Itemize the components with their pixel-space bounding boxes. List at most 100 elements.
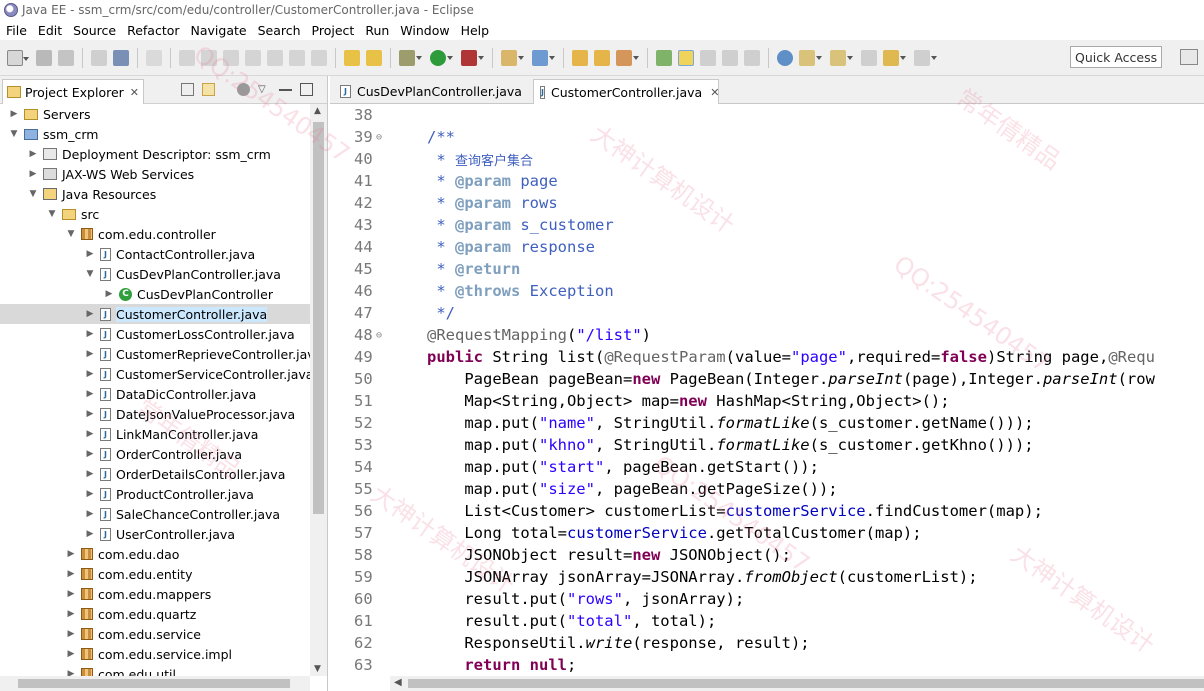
block-selection-icon[interactable] [700,49,716,66]
code-line[interactable]: 58 JSONObject result=new JSONObject(); [330,544,1204,566]
tree-item[interactable]: ▶ C CusDevPlanController [0,284,310,304]
new-icon[interactable] [7,49,29,66]
tree-item[interactable]: ▶ J CustomerServiceController.java [0,364,310,384]
code-line[interactable]: 60 result.put("rows", jsonArray); [330,588,1204,610]
explorer-horizontal-scrollbar[interactable] [0,676,310,691]
tree-item[interactable]: ▶ J OrderDetailsController.java [0,464,310,484]
suspend-icon[interactable] [201,49,217,66]
step-into-icon[interactable] [267,49,283,66]
code-line[interactable]: 45 * @return [330,258,1204,280]
tree-item[interactable]: ▶ J DataDicController.java [0,384,310,404]
code-line[interactable]: 50 PageBean pageBean=new PageBean(Intege… [330,368,1204,390]
toggle-highlight-icon[interactable] [678,49,694,66]
menu-source[interactable]: Source [69,23,120,38]
menu-window[interactable]: Window [396,23,453,38]
code-line[interactable]: 51 Map<String,Object> map=new HashMap<St… [330,390,1204,412]
tree-item[interactable]: ▶ J UserController.java [0,524,310,544]
expand-arrow-right-icon[interactable]: ▶ [27,148,39,160]
print-icon[interactable] [91,49,107,66]
expand-arrow-right-icon[interactable]: ▶ [84,408,96,420]
editor-horizontal-scrollbar[interactable]: ◀ [390,676,1204,691]
menu-navigate[interactable]: Navigate [187,23,251,38]
code-area[interactable]: 38 39 ⊖/** 40 * 查询客户集合 41 * @param page 42 * … [330,104,1204,676]
code-line[interactable]: 42 * @param rows [330,192,1204,214]
menu-edit[interactable]: Edit [34,23,66,38]
expand-arrow-right-icon[interactable]: ▶ [65,668,77,676]
code-line[interactable]: 52 map.put("name", StringUtil.formatLike… [330,412,1204,434]
back-icon[interactable] [883,49,906,66]
explorer-vertical-scrollbar[interactable]: ▲ ▼ [310,104,327,676]
code-line[interactable]: 53 map.put("khno", StringUtil.formatLike… [330,434,1204,456]
tree-item[interactable]: ▶ J ContactController.java [0,244,310,264]
tree-item[interactable]: ▼ com.edu.controller [0,224,310,244]
scrollbar-thumb[interactable] [313,122,324,514]
build-icon[interactable] [344,49,360,66]
link-with-editor-icon[interactable] [202,83,215,96]
expand-arrow-right-icon[interactable]: ▶ [65,548,77,560]
tree-item[interactable]: ▼ J CusDevPlanController.java [0,264,310,284]
tree-item[interactable]: ▶ J CustomerReprieveController.java [0,344,310,364]
tree-item[interactable]: ▶ com.edu.mappers [0,584,310,604]
web-browser-icon[interactable] [777,49,793,66]
open-type-icon[interactable] [572,49,588,66]
code-line[interactable]: 62 ResponseUtil.write(response, result); [330,632,1204,654]
tree-item[interactable]: ▶ J SaleChanceController.java [0,504,310,524]
console-icon[interactable] [113,49,129,66]
focus-icon[interactable] [237,83,250,96]
code-line[interactable]: 49 public String list(@RequestParam(value… [330,346,1204,368]
open-perspective-icon[interactable] [1180,49,1198,65]
menu-file[interactable]: File [2,23,31,38]
tab-project-explorer[interactable]: Project Explorer ✕ [2,79,144,104]
tree-item[interactable]: ▶ J LinkManController.java [0,424,310,444]
code-line[interactable]: 43 * @param s_customer [330,214,1204,236]
tree-item[interactable]: ▶ J DateJsonValueProcessor.java [0,404,310,424]
forward-icon[interactable] [914,49,937,66]
maximize-icon[interactable] [300,83,313,96]
expand-arrow-down-icon[interactable]: ▼ [46,208,58,220]
expand-arrow-right-icon[interactable]: ▶ [84,248,96,260]
view-menu-icon[interactable]: ▽ [258,83,271,96]
expand-arrow-right-icon[interactable]: ▶ [84,468,96,480]
expand-arrow-right-icon[interactable]: ▶ [65,608,77,620]
code-line[interactable]: 40 * 查询客户集合 [330,148,1204,170]
resume-icon[interactable] [179,49,195,66]
tree-item[interactable]: ▼ src [0,204,310,224]
expand-arrow-right-icon[interactable]: ▶ [103,288,115,300]
previous-annotation-icon[interactable] [830,49,853,66]
word-wrap-icon[interactable] [722,49,738,66]
tree-item[interactable]: ▶ com.edu.service [0,624,310,644]
tree-item[interactable]: ▶ com.edu.util [0,664,310,676]
show-whitespace-icon[interactable] [744,49,760,66]
scroll-up-icon[interactable]: ▲ [314,106,321,116]
code-line[interactable]: 46 * @throws Exception [330,280,1204,302]
expand-arrow-right-icon[interactable]: ▶ [84,428,96,440]
code-line[interactable]: 57 Long total=customerService.getTotalCu… [330,522,1204,544]
quick-access-input[interactable] [1070,46,1162,68]
tree-item[interactable]: ▶ Servers [0,104,310,124]
new-class-icon[interactable] [532,49,555,66]
expand-arrow-down-icon[interactable]: ▼ [27,188,39,200]
scroll-down-icon[interactable]: ▼ [314,664,321,674]
code-line[interactable]: 54 map.put("start", pageBean.getStart())… [330,456,1204,478]
tree-item[interactable]: ▼ Java Resources [0,184,310,204]
fold-collapse-icon[interactable]: ⊖ [376,132,382,143]
expand-arrow-right-icon[interactable]: ▶ [84,308,96,320]
expand-arrow-right-icon[interactable]: ▶ [8,108,20,120]
toggle-mark-occurrences-icon[interactable] [656,49,672,66]
code-line[interactable]: 56 List<Customer> customerList=customerS… [330,500,1204,522]
tab-cusdevplancontroller[interactable]: J CusDevPlanController.java [334,79,530,104]
expand-arrow-right-icon[interactable]: ▶ [27,168,39,180]
disconnect-icon[interactable] [245,49,261,66]
expand-arrow-right-icon[interactable]: ▶ [84,508,96,520]
code-line[interactable]: 41 * @param page [330,170,1204,192]
tree-item[interactable]: ▶ com.edu.quartz [0,604,310,624]
expand-arrow-right-icon[interactable]: ▶ [84,368,96,380]
scrollbar-thumb[interactable] [18,679,290,688]
expand-arrow-right-icon[interactable]: ▶ [65,628,77,640]
fold-collapse-icon[interactable]: ⊖ [376,330,382,341]
expand-arrow-right-icon[interactable]: ▶ [65,568,77,580]
code-line[interactable]: 59 JSONArray jsonArray=JSONArray.fromObj… [330,566,1204,588]
tree-item[interactable]: ▶ com.edu.entity [0,564,310,584]
last-edit-location-icon[interactable] [861,49,877,66]
minimize-icon[interactable] [279,83,292,91]
